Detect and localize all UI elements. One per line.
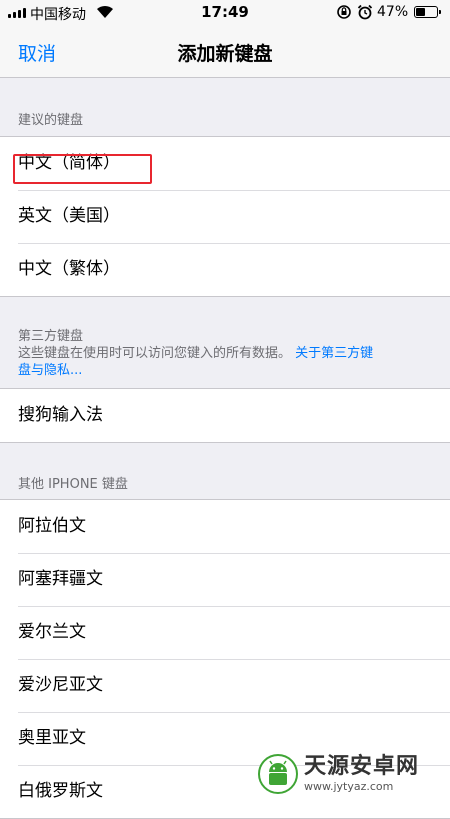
keyboard-item-irish[interactable]: 爱尔兰文 — [0, 606, 450, 659]
navigation-bar: 取消 添加新键盘 — [0, 26, 450, 78]
watermark: 天源安卓网 www.jytyaz.com — [258, 750, 448, 798]
third-party-description-line1: 这些键盘在使用时可以访问您键入的所有数据。 关于第三方键 — [18, 345, 438, 362]
keyboard-item-azerbaijani[interactable]: 阿塞拜疆文 — [0, 553, 450, 606]
section-header-suggested: 建议的键盘 — [18, 113, 84, 128]
android-logo-icon — [258, 754, 298, 794]
section-header-other: 其他 IPHONE 键盘 — [18, 477, 128, 492]
section-header-third-party: 第三方键盘 这些键盘在使用时可以访问您键入的所有数据。 关于第三方键 盘与隐私.… — [18, 328, 438, 379]
highlight-annotation-box — [13, 154, 152, 184]
keyboard-item-sogou[interactable]: 搜狗输入法 — [0, 389, 450, 442]
alarm-icon — [357, 4, 373, 24]
battery-percentage: 47% — [377, 4, 409, 20]
privacy-link-continued[interactable]: 盘与隐私... — [18, 362, 438, 379]
rotation-lock-icon — [336, 4, 352, 24]
battery-icon — [414, 6, 441, 18]
status-bar: 中国移动 17:49 47% — [0, 0, 450, 26]
keyboard-item-arabic[interactable]: 阿拉伯文 — [0, 500, 450, 553]
keyboard-item-chinese-traditional[interactable]: 中文（繁体） — [0, 243, 450, 296]
privacy-link[interactable]: 关于第三方键 — [295, 346, 373, 361]
keyboard-item-english-us[interactable]: 英文（美国） — [0, 190, 450, 243]
watermark-url: www.jytyaz.com — [304, 780, 394, 793]
third-party-title: 第三方键盘 — [18, 329, 84, 344]
watermark-name: 天源安卓网 — [304, 754, 420, 779]
battery-level-fill — [416, 8, 425, 16]
keyboard-item-estonian[interactable]: 爱沙尼亚文 — [0, 659, 450, 712]
third-party-description: 这些键盘在使用时可以访问您键入的所有数据。 — [18, 346, 292, 361]
page-title: 添加新键盘 — [177, 43, 273, 65]
third-party-keyboard-list: 搜狗输入法 — [0, 388, 450, 443]
